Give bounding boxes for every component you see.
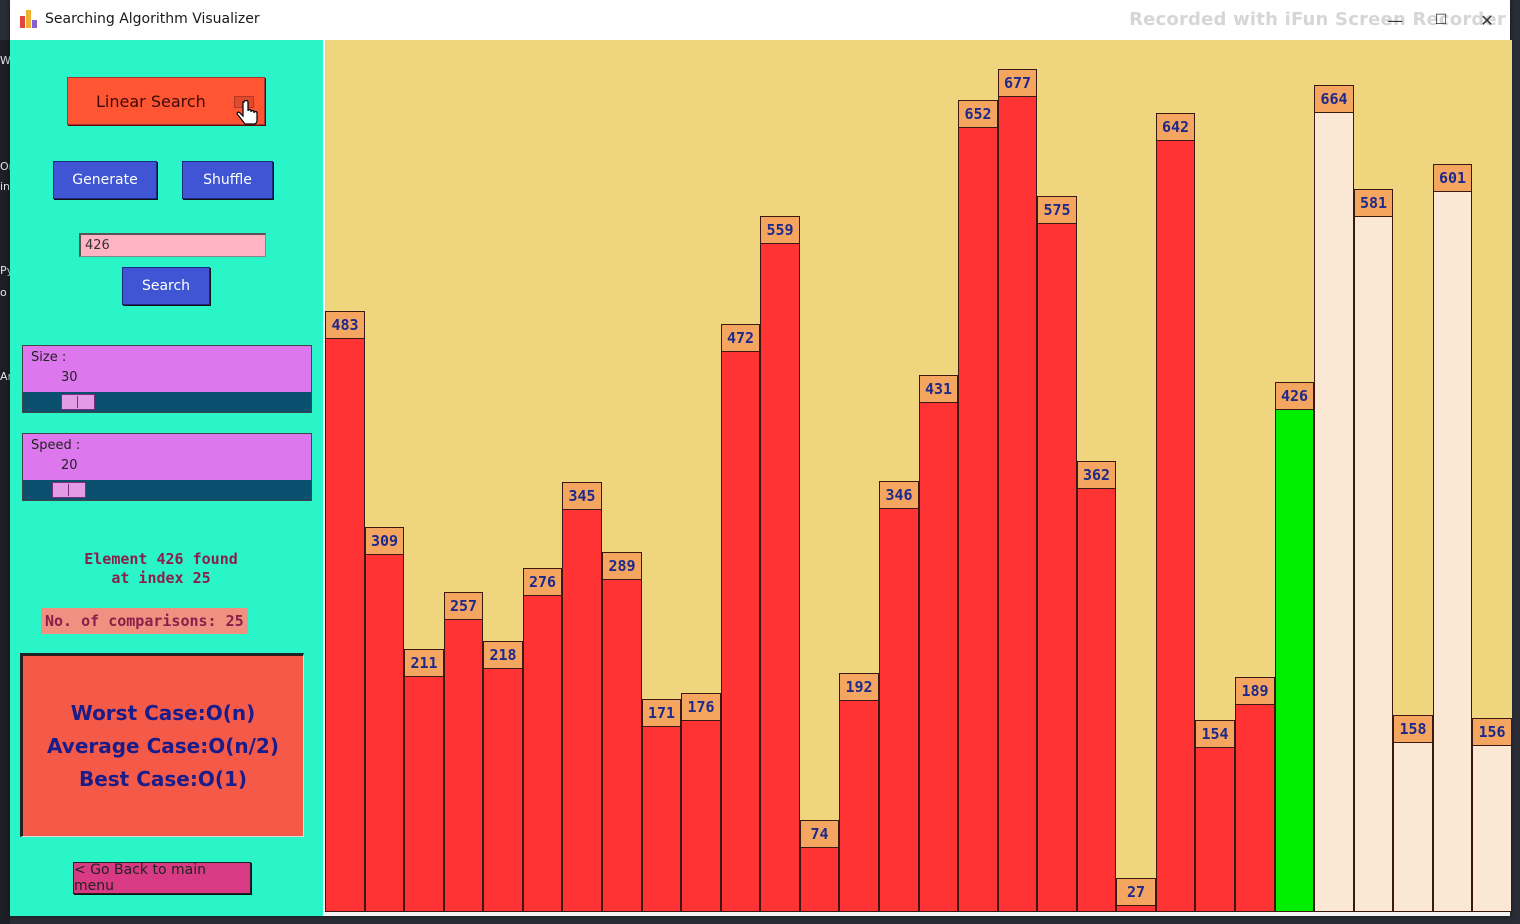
array-bar <box>919 375 958 912</box>
array-bar <box>998 69 1037 912</box>
size-slider-track[interactable] <box>23 392 311 412</box>
array-bar <box>523 568 562 912</box>
bar-value-label: 642 <box>1156 112 1195 141</box>
speed-slider-track[interactable] <box>23 480 311 500</box>
best-case-text: Best Case:O(1) <box>78 767 248 791</box>
back-to-menu-button[interactable]: < Go Back to main menu <box>73 862 251 894</box>
desktop-edge: W Or in Py o Ar <box>0 40 13 924</box>
array-bar <box>681 692 721 912</box>
array-bar <box>721 324 760 912</box>
array-bar <box>760 215 800 912</box>
desktop-edge-text: o <box>0 286 7 299</box>
generate-button[interactable]: Generate <box>53 161 157 199</box>
array-bar <box>562 482 602 912</box>
desktop-edge-text: in <box>0 180 11 193</box>
average-case-text: Average Case:O(n/2) <box>47 734 279 758</box>
bar-value-label: 156 <box>1472 717 1512 746</box>
bar-value-label: 346 <box>879 481 919 510</box>
search-input[interactable]: 426 <box>79 233 266 257</box>
result-line-1: Element 426 found <box>84 550 238 568</box>
bar-value-label: 27 <box>1116 878 1156 907</box>
bar-value-label: 171 <box>642 699 681 728</box>
size-slider[interactable]: Size : 30 <box>22 345 312 413</box>
bar-value-label: 559 <box>760 215 800 244</box>
array-bar <box>325 310 365 912</box>
bar-value-label: 189 <box>1235 676 1275 705</box>
comparisons-count: No. of comparisons: 25 <box>41 608 248 634</box>
maximize-button[interactable]: ☐ <box>1418 0 1464 40</box>
bar-value-label: 426 <box>1275 381 1314 410</box>
bar-value-label: 431 <box>919 375 958 404</box>
array-bar <box>1077 461 1116 912</box>
array-bar <box>444 591 483 912</box>
size-slider-value: 30 <box>61 370 78 385</box>
array-bar <box>642 699 681 912</box>
result-line-2: at index 25 <box>111 569 211 587</box>
array-bar <box>1195 720 1235 912</box>
array-bar <box>1156 112 1195 912</box>
bar-value-label: 677 <box>998 69 1037 97</box>
app-window: Searching Algorithm Visualizer Recorded … <box>10 0 1512 916</box>
search-result-message: Element 426 found at index 25 <box>30 550 292 588</box>
bar-value-label: 345 <box>562 482 602 511</box>
array-bar <box>1433 163 1472 912</box>
array-bar <box>404 649 444 912</box>
array-bar <box>1037 196 1077 912</box>
bar-value-label: 483 <box>325 310 365 339</box>
search-button[interactable]: Search <box>122 267 210 305</box>
title-bar: Searching Algorithm Visualizer Recorded … <box>10 0 1510 41</box>
array-bar <box>1354 188 1393 912</box>
speed-slider-value: 20 <box>61 458 78 473</box>
array-bar <box>483 640 523 912</box>
size-slider-thumb[interactable] <box>61 394 96 410</box>
array-bar <box>1314 85 1354 912</box>
window-title: Searching Algorithm Visualizer <box>45 11 260 27</box>
bar-value-label: 218 <box>483 640 523 669</box>
bar-value-label: 192 <box>839 672 879 701</box>
bar-value-label: 176 <box>681 692 721 721</box>
array-bar <box>879 481 919 912</box>
array-bar <box>365 527 404 912</box>
bar-value-label: 362 <box>1077 461 1116 490</box>
bar-value-label: 575 <box>1037 196 1077 224</box>
array-bar <box>1393 715 1433 912</box>
bar-value-label: 276 <box>523 568 562 597</box>
complexity-panel: Worst Case:O(n) Average Case:O(n/2) Best… <box>20 653 304 837</box>
algorithm-label: Linear Search <box>96 92 206 111</box>
close-button[interactable]: ✕ <box>1464 0 1510 40</box>
array-bar <box>1275 381 1314 912</box>
array-bar <box>1235 676 1275 912</box>
array-bar <box>839 672 879 912</box>
bar-value-label: 211 <box>404 649 444 678</box>
bar-value-label: 664 <box>1314 85 1354 114</box>
bar-value-label: 154 <box>1195 720 1235 749</box>
bar-value-label: 581 <box>1354 188 1393 217</box>
size-slider-label: Size : <box>31 350 67 365</box>
speed-slider-thumb[interactable] <box>51 482 86 498</box>
bar-value-label: 652 <box>958 100 998 129</box>
worst-case-text: Worst Case:O(n) <box>70 701 256 725</box>
bar-value-label: 472 <box>721 324 760 353</box>
array-bar <box>958 100 998 912</box>
shuffle-button[interactable]: Shuffle <box>182 161 273 199</box>
bar-value-label: 257 <box>444 591 483 620</box>
speed-slider[interactable]: Speed : 20 <box>22 433 312 501</box>
visualization-canvas: 483 309 211 257 218 276 345 289 171 176 472 559 74 19… <box>323 40 1512 912</box>
control-panel: Linear Search Generate Shuffle 426 Searc… <box>10 40 323 916</box>
app-icon <box>20 10 38 28</box>
bar-value-label: 289 <box>602 552 642 581</box>
bar-value-label: 601 <box>1433 163 1472 192</box>
minimize-button[interactable]: — <box>1372 0 1418 40</box>
bar-value-label: 74 <box>800 819 839 848</box>
speed-slider-label: Speed : <box>31 438 81 453</box>
array-bar <box>1472 717 1512 912</box>
bar-value-label: 158 <box>1393 715 1433 744</box>
bar-value-label: 309 <box>365 527 404 556</box>
hand-cursor-icon <box>236 100 258 125</box>
array-bar <box>602 552 642 912</box>
